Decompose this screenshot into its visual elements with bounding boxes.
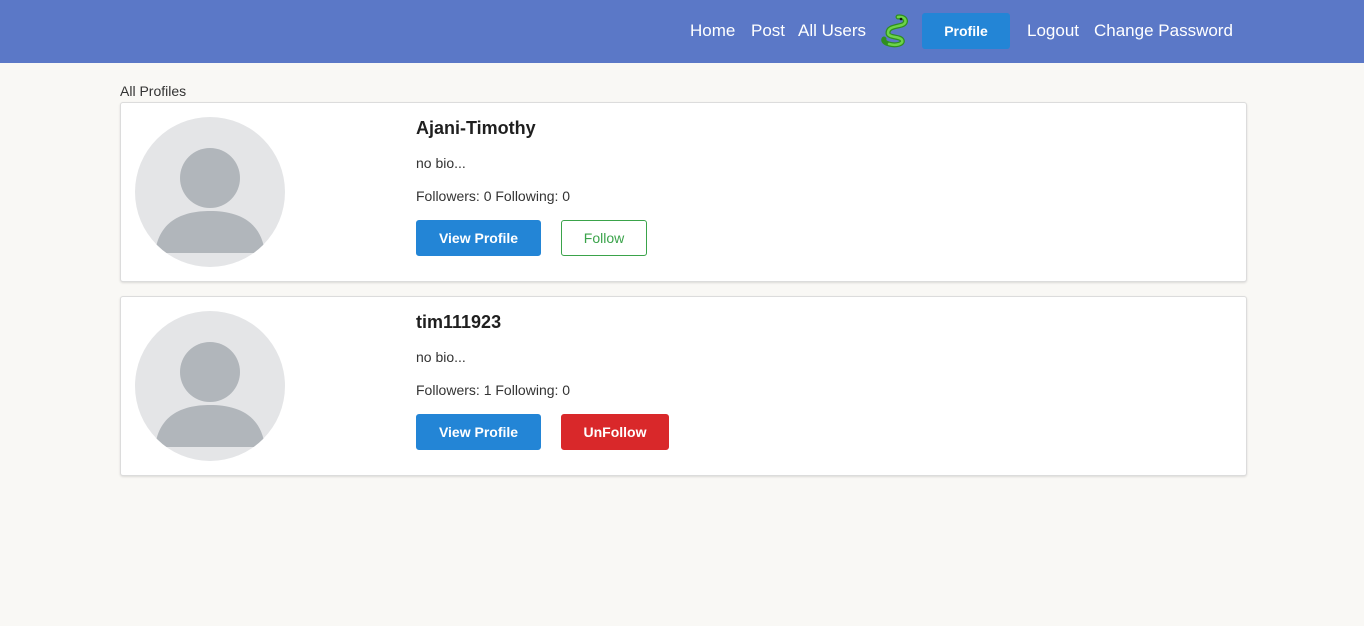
- follow-button[interactable]: Follow: [561, 220, 647, 256]
- unfollow-button[interactable]: UnFollow: [561, 414, 669, 450]
- profile-card: tim111923 no bio... Followers: 1 Followi…: [120, 296, 1247, 476]
- follow-stats: Followers: 1 Following: 0: [416, 382, 570, 398]
- avatar: [135, 117, 285, 267]
- profile-username: tim111923: [416, 312, 502, 332]
- nav-logout-link[interactable]: Logout: [1027, 19, 1079, 43]
- profile-card: Ajani-Timothy no bio... Followers: 0 Fol…: [120, 102, 1247, 282]
- view-profile-button[interactable]: View Profile: [416, 220, 541, 256]
- user-avatar-icon: [155, 148, 265, 253]
- following-count: 0: [562, 382, 571, 398]
- following-count: 0: [562, 188, 571, 204]
- view-profile-button[interactable]: View Profile: [416, 414, 541, 450]
- following-label: Following:: [495, 188, 559, 204]
- followers-label: Followers:: [416, 188, 480, 204]
- profile-username: Ajani-Timothy: [416, 118, 536, 138]
- user-avatar-icon: [155, 342, 265, 447]
- nav-all-users-link[interactable]: All Users: [798, 19, 866, 43]
- avatar: [135, 311, 285, 461]
- nav-profile-button[interactable]: Profile: [922, 13, 1010, 49]
- snake-icon[interactable]: [878, 13, 912, 49]
- navbar: Home Post All Users Profile Logout Chang…: [0, 0, 1364, 63]
- profile-bio: no bio...: [416, 349, 466, 365]
- following-label: Following:: [495, 382, 559, 398]
- follow-stats: Followers: 0 Following: 0: [416, 188, 570, 204]
- nav-post-link[interactable]: Post: [751, 19, 785, 43]
- profile-bio: no bio...: [416, 155, 466, 171]
- followers-label: Followers:: [416, 382, 480, 398]
- nav-home-link[interactable]: Home: [690, 19, 735, 43]
- nav-change-password-link[interactable]: Change Password: [1094, 19, 1233, 43]
- section-title: All Profiles: [120, 83, 187, 99]
